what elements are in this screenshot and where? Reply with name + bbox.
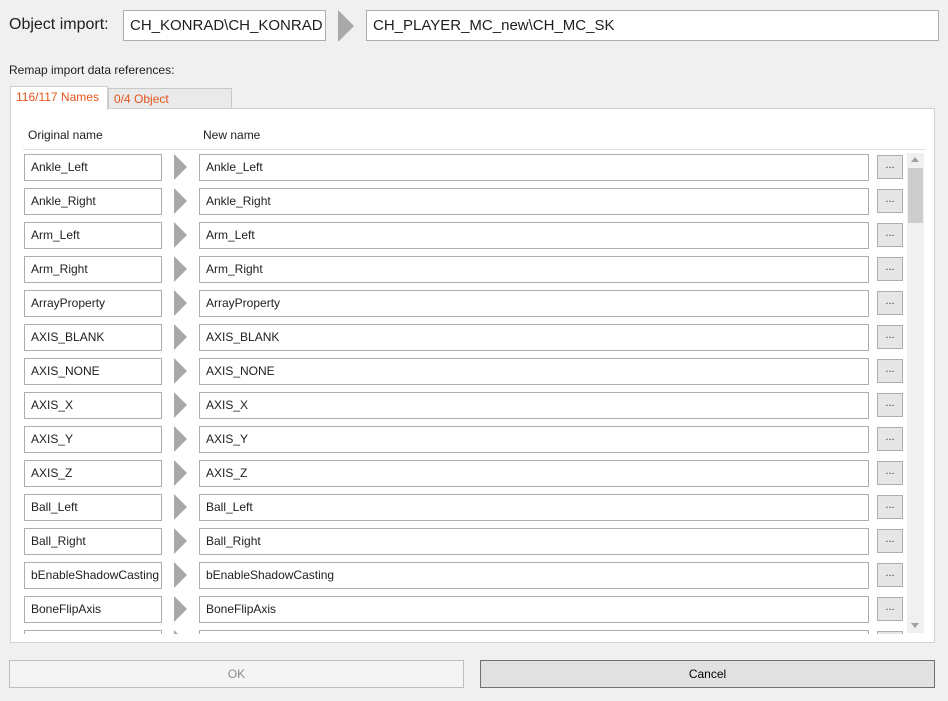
list-item: Ball_Right Ball_Right... xyxy=(11,528,906,562)
list-item: AXIS_Z AXIS_Z... xyxy=(11,460,906,494)
new-name-field[interactable]: Ball_Right xyxy=(199,528,869,555)
map-arrow-icon xyxy=(174,596,187,622)
list-item: AXIS_BLANK AXIS_BLANK... xyxy=(11,324,906,358)
map-arrow-icon xyxy=(174,392,187,418)
scrollbar-thumb[interactable] xyxy=(908,168,923,223)
vertical-scrollbar[interactable] xyxy=(907,153,924,633)
browse-name-button[interactable]: ... xyxy=(877,393,903,417)
mapping-list[interactable]: Ankle_Left Ankle_Left... Ankle_Right Ankle_… xyxy=(11,154,906,634)
new-name-field[interactable]: Ball_Left xyxy=(199,494,869,521)
map-arrow-icon xyxy=(174,630,187,634)
original-name-field[interactable]: Ankle_Left xyxy=(24,154,162,181)
browse-name-button[interactable]: ... xyxy=(877,495,903,519)
tab-object-references[interactable]: 0/4 Object references xyxy=(108,88,232,126)
browse-name-button[interactable]: ... xyxy=(877,291,903,315)
map-arrow-icon xyxy=(174,426,187,452)
list-item: Ball_Left Ball_Left... xyxy=(11,494,906,528)
map-arrow-icon xyxy=(174,562,187,588)
browse-name-button[interactable]: ... xyxy=(877,563,903,587)
ok-button[interactable]: OK xyxy=(9,660,464,688)
browse-name-button[interactable]: ... xyxy=(877,257,903,281)
list-item: Arm_Left Arm_Left... xyxy=(11,222,906,256)
map-arrow-icon xyxy=(174,188,187,214)
list-item: AXIS_Y AXIS_Y... xyxy=(11,426,906,460)
object-import-label: Object import: xyxy=(9,16,109,33)
list-item: BoneFlipAxis BoneFlipAxis... xyxy=(11,596,906,630)
original-name-field[interactable] xyxy=(24,630,162,634)
map-arrow-icon xyxy=(174,460,187,486)
new-name-field[interactable]: AXIS_Y xyxy=(199,426,869,453)
browse-name-button[interactable]: ... xyxy=(877,359,903,383)
original-name-field[interactable]: Arm_Left xyxy=(24,222,162,249)
list-item: Ankle_Left Ankle_Left... xyxy=(11,154,906,188)
list-item: AXIS_NONE AXIS_NONE... xyxy=(11,358,906,392)
column-header-new: New name xyxy=(203,128,261,142)
list-item: ... xyxy=(11,630,906,634)
new-name-field[interactable]: Arm_Right xyxy=(199,256,869,283)
new-name-field[interactable]: Arm_Left xyxy=(199,222,869,249)
target-object-field[interactable]: CH_PLAYER_MC_new\CH_MC_SK xyxy=(366,10,939,41)
new-name-field[interactable] xyxy=(199,630,869,634)
new-name-field[interactable]: AXIS_X xyxy=(199,392,869,419)
original-name-field[interactable]: bEnableShadowCasting xyxy=(24,562,162,589)
scroll-down-icon[interactable] xyxy=(911,623,919,628)
list-item: Ankle_Right Ankle_Right... xyxy=(11,188,906,222)
remap-label: Remap import data references: xyxy=(9,63,175,77)
list-item: AXIS_X AXIS_X... xyxy=(11,392,906,426)
new-name-field[interactable]: AXIS_NONE xyxy=(199,358,869,385)
original-name-field[interactable]: BoneFlipAxis xyxy=(24,596,162,623)
source-object-field[interactable]: CH_KONRAD\CH_KONRAD xyxy=(123,10,326,41)
original-name-field[interactable]: AXIS_X xyxy=(24,392,162,419)
browse-name-button[interactable]: ... xyxy=(877,189,903,213)
list-item: Arm_Right Arm_Right... xyxy=(11,256,906,290)
map-arrow-icon xyxy=(174,358,187,384)
map-arrow-icon xyxy=(174,222,187,248)
original-name-field[interactable]: AXIS_BLANK xyxy=(24,324,162,351)
browse-name-button[interactable]: ... xyxy=(877,325,903,349)
new-name-field[interactable]: bEnableShadowCasting xyxy=(199,562,869,589)
new-name-field[interactable]: AXIS_Z xyxy=(199,460,869,487)
map-arrow-icon xyxy=(174,290,187,316)
original-name-field[interactable]: Arm_Right xyxy=(24,256,162,283)
map-arrow-icon xyxy=(174,528,187,554)
import-arrow-icon xyxy=(338,10,354,42)
browse-name-button[interactable]: ... xyxy=(877,155,903,179)
original-name-field[interactable]: Ball_Left xyxy=(24,494,162,521)
cancel-button[interactable]: Cancel xyxy=(480,660,935,688)
original-name-field[interactable]: AXIS_NONE xyxy=(24,358,162,385)
browse-name-button[interactable]: ... xyxy=(877,631,903,634)
list-item: bEnableShadowCasting bEnableShadowCasting… xyxy=(11,562,906,596)
browse-name-button[interactable]: ... xyxy=(877,427,903,451)
original-name-field[interactable]: AXIS_Z xyxy=(24,460,162,487)
new-name-field[interactable]: AXIS_BLANK xyxy=(199,324,869,351)
names-panel: Original name New name Ankle_Left Ankle_L… xyxy=(10,108,935,643)
original-name-field[interactable]: AXIS_Y xyxy=(24,426,162,453)
scroll-up-icon[interactable] xyxy=(911,157,919,162)
new-name-field[interactable]: Ankle_Right xyxy=(199,188,869,215)
map-arrow-icon xyxy=(174,494,187,520)
browse-name-button[interactable]: ... xyxy=(877,529,903,553)
header-divider xyxy=(23,149,926,150)
map-arrow-icon xyxy=(174,154,187,180)
original-name-field[interactable]: Ball_Right xyxy=(24,528,162,555)
new-name-field[interactable]: BoneFlipAxis xyxy=(199,596,869,623)
browse-name-button[interactable]: ... xyxy=(877,223,903,247)
tab-names[interactable]: 116/117 Names xyxy=(10,86,108,110)
column-header-original: Original name xyxy=(28,128,103,142)
new-name-field[interactable]: ArrayProperty xyxy=(199,290,869,317)
browse-name-button[interactable]: ... xyxy=(877,461,903,485)
list-item: ArrayProperty ArrayProperty... xyxy=(11,290,906,324)
new-name-field[interactable]: Ankle_Left xyxy=(199,154,869,181)
browse-name-button[interactable]: ... xyxy=(877,597,903,621)
map-arrow-icon xyxy=(174,256,187,282)
original-name-field[interactable]: ArrayProperty xyxy=(24,290,162,317)
map-arrow-icon xyxy=(174,324,187,350)
original-name-field[interactable]: Ankle_Right xyxy=(24,188,162,215)
